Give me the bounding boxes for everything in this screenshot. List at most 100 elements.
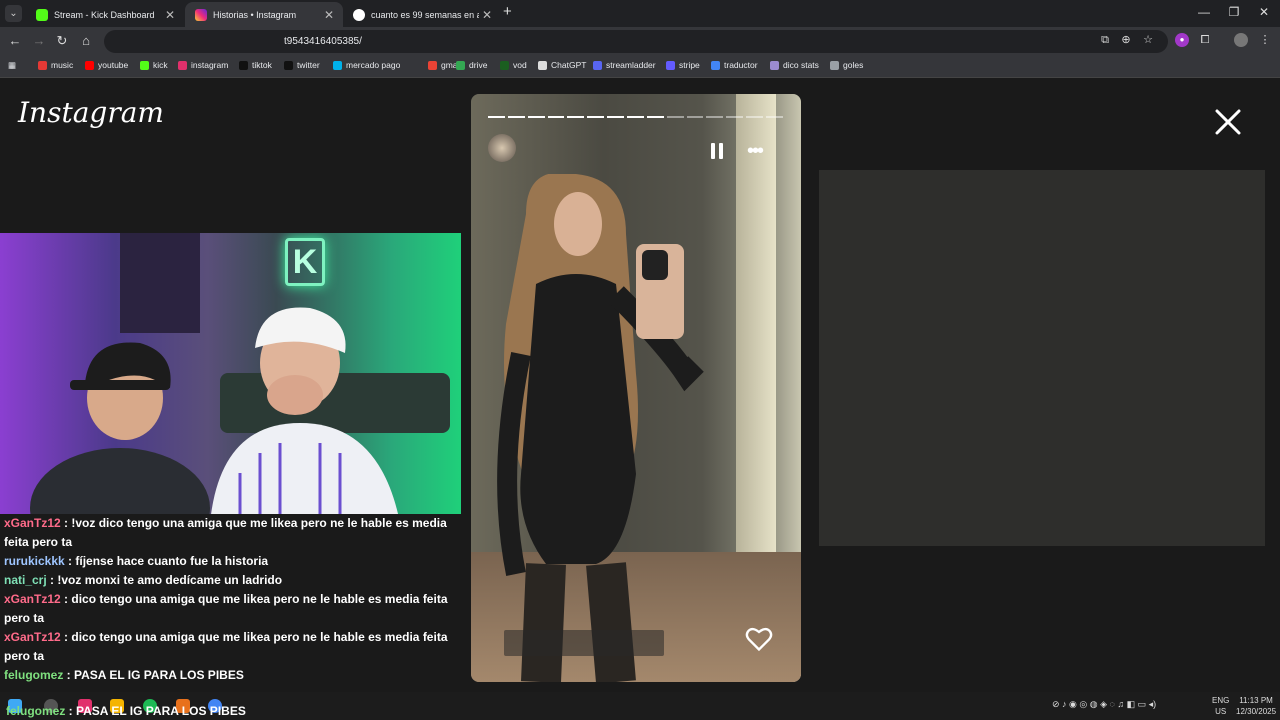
bookmark-kick[interactable]: kick xyxy=(140,60,168,70)
kick-favicon-icon xyxy=(36,8,48,21)
story-reply-input[interactable] xyxy=(504,630,664,656)
tray-icons[interactable]: ⊘ ♪ ◉ ◎ ◍ ◈ ◌ ♫ ◧ ▭ ◂) xyxy=(1052,699,1156,710)
bookmark-icon xyxy=(85,60,94,70)
tab-label: cuanto es 99 semanas en años xyxy=(371,9,479,20)
chat-username[interactable]: rurukickkk xyxy=(4,554,65,568)
story-progress-segment xyxy=(666,116,684,118)
chat-username: felugomez xyxy=(6,704,66,718)
chat-message: xGanTz12 : dico tengo una amiga que me l… xyxy=(0,628,461,666)
heart-like-icon[interactable] xyxy=(745,626,773,652)
story-progress-segment xyxy=(507,116,525,118)
bookmark-youtube[interactable]: youtube xyxy=(85,60,128,70)
language-code: ENG xyxy=(1212,696,1230,705)
bookmark-icon xyxy=(284,60,293,70)
tab-instagram-stories[interactable]: Historias • Instagram ✕ xyxy=(185,2,343,27)
extensions-puzzle-icon[interactable]: ⧠ xyxy=(1198,33,1212,47)
reload-icon[interactable]: ↻ xyxy=(53,32,71,50)
tab-google-search[interactable]: cuanto es 99 semanas en años ✕ xyxy=(343,2,501,27)
tab-kick-dashboard[interactable]: Stream - Kick Dashboard ✕ xyxy=(26,2,184,27)
bookmark-label: traductor xyxy=(724,60,758,70)
bookmark-stripe[interactable]: stripe xyxy=(666,60,700,70)
story-progress-segment xyxy=(726,116,744,118)
bookmark-icon xyxy=(428,60,437,70)
bookmark-star-icon[interactable]: ☆ xyxy=(1141,33,1155,47)
apps-grid-icon[interactable]: ▦ xyxy=(8,60,16,71)
tab-close-icon[interactable]: ✕ xyxy=(162,8,178,22)
chat-separator: : xyxy=(65,704,77,718)
bookmark-label: music xyxy=(51,60,74,70)
tab-search-icon[interactable]: ⌄ xyxy=(5,5,22,22)
install-app-icon[interactable]: ⧉ xyxy=(1098,33,1112,47)
bookmark-icon xyxy=(178,60,187,70)
new-tab-button[interactable]: + xyxy=(503,3,512,20)
chat-message-text: !voz dico tengo una amiga que me likea p… xyxy=(4,516,447,549)
zoom-icon[interactable]: ⊕ xyxy=(1119,33,1133,47)
bookmark-traductor[interactable]: traductor xyxy=(711,60,758,70)
bookmark-instagram[interactable]: instagram xyxy=(178,60,228,70)
bookmark-streamladder[interactable]: streamladder xyxy=(593,60,656,70)
system-clock[interactable]: 11:13 PM 12/30/2025 xyxy=(1236,695,1276,717)
chat-message-text: fíjense hace cuanto fue la historia xyxy=(75,554,269,568)
bookmark-label: youtube xyxy=(98,60,129,70)
bookmark-label: instagram xyxy=(191,60,229,70)
clock-date: 12/30/2025 xyxy=(1236,707,1277,716)
bookmark-icon xyxy=(711,60,720,70)
browser-titlebar: ⌄ Stream - Kick Dashboard ✕ Historias • … xyxy=(0,0,1280,27)
chat-username[interactable]: xGanTz12 xyxy=(4,516,61,530)
bookmark-icon xyxy=(239,60,248,70)
story-user-avatar[interactable] xyxy=(488,134,516,162)
tab-close-icon[interactable]: ✕ xyxy=(321,8,337,22)
forward-arrow-icon[interactable]: → xyxy=(30,32,48,50)
bookmark-goles[interactable]: goles xyxy=(830,60,863,70)
clock-time: 11:13 PM xyxy=(1239,696,1273,705)
story-progress-segment xyxy=(766,116,783,118)
language-indicator[interactable]: ENG US xyxy=(1212,695,1229,717)
bookmark-label: goles xyxy=(843,60,864,70)
chat-username[interactable]: xGanTz12 xyxy=(4,592,61,606)
story-progress-bar xyxy=(488,116,783,118)
profile-avatar[interactable] xyxy=(1234,33,1248,47)
chat-username[interactable]: nati_crj xyxy=(4,573,47,587)
home-icon[interactable]: ⌂ xyxy=(77,32,95,50)
tab-close-icon[interactable]: ✕ xyxy=(479,8,495,22)
streamer-left xyxy=(30,342,210,514)
kick-neon-sign: K xyxy=(285,238,325,286)
instagram-logo[interactable]: Instagram xyxy=(18,96,164,129)
google-favicon-icon xyxy=(353,8,365,21)
bookmark-label: dico stats xyxy=(783,60,819,70)
bookmark-twitter[interactable]: twitter xyxy=(284,60,320,70)
extension-icon[interactable]: ● xyxy=(1175,33,1189,47)
bookmark-dico-stats[interactable]: dico stats xyxy=(770,60,819,70)
browser-toolbar: ← → ↻ ⌂ t9543416405385/ ⧉ ⊕ ☆ ● ⧠ ⋮ xyxy=(0,27,1280,56)
chat-username[interactable]: xGanTz12 xyxy=(4,630,61,644)
bookmark-vod[interactable]: vod xyxy=(500,60,527,70)
bookmark-label: drive xyxy=(469,60,488,70)
story-viewer[interactable]: ••• xyxy=(471,94,801,682)
close-story-icon[interactable] xyxy=(1214,108,1242,136)
back-arrow-icon[interactable]: ← xyxy=(6,32,24,50)
bookmark-mercado-pago[interactable]: mercado pago xyxy=(333,60,400,70)
bookmark-drive[interactable]: drive xyxy=(456,60,487,70)
bookmark-music[interactable]: music xyxy=(38,60,73,70)
chat-separator: : xyxy=(46,573,58,587)
restore-button[interactable]: ❐ xyxy=(1219,5,1249,19)
pause-icon[interactable] xyxy=(711,143,725,159)
menu-kebab-icon[interactable]: ⋮ xyxy=(1258,33,1272,47)
chat-message: rurukickkk : fíjense hace cuanto fue la … xyxy=(0,552,461,571)
story-progress-segment xyxy=(607,116,625,118)
minimize-button[interactable]: — xyxy=(1189,5,1219,19)
url-text: t9543416405385/ xyxy=(284,36,362,47)
chat-overlay-message: felugomez : PASA EL IG PARA LOS PIBES xyxy=(6,704,246,718)
more-options-icon[interactable]: ••• xyxy=(747,141,764,161)
bookmark-tiktok[interactable]: tiktok xyxy=(239,60,272,70)
bookmark-chatgpt[interactable]: ChatGPT xyxy=(538,60,586,70)
story-progress-segment xyxy=(706,116,724,118)
bookmark-label: streamladder xyxy=(606,60,656,70)
chat-username[interactable]: felugomez xyxy=(4,668,63,682)
bookmark-icon xyxy=(140,60,149,70)
address-bar[interactable]: t9543416405385/ xyxy=(104,30,1168,53)
story-photo-subject xyxy=(497,174,704,682)
next-story-preview[interactable] xyxy=(819,170,1265,546)
close-window-button[interactable]: ✕ xyxy=(1249,5,1279,19)
bookmark-icon xyxy=(538,60,547,70)
